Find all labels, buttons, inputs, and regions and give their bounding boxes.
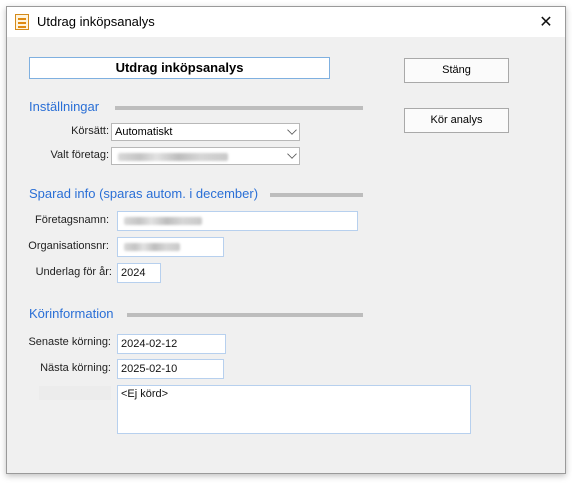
redacted-company-name (124, 217, 202, 225)
notes-textarea[interactable]: <Ej körd> (117, 385, 471, 434)
run-info-section-title: Körinformation (29, 306, 114, 321)
settings-divider (115, 106, 363, 110)
run-analysis-button[interactable]: Kör analys (404, 108, 509, 133)
org-number-label: Organisationsnr: (28, 240, 109, 252)
title-bar: Utdrag inköpsanalys ✕ (7, 7, 565, 37)
settings-section-title: Inställningar (29, 99, 100, 114)
saved-info-section-title: Sparad info (sparas autom. i december) (29, 186, 259, 201)
chevron-down-icon (287, 125, 297, 135)
mode-select-value: Automatiskt (115, 126, 173, 138)
dialog-heading: Utdrag inköpsanalys (29, 57, 330, 79)
saved-info-divider (270, 193, 363, 197)
year-field[interactable]: 2024 (117, 263, 161, 283)
last-run-label: Senaste körning: (28, 336, 111, 348)
close-icon: ✕ (539, 14, 553, 31)
org-number-field[interactable] (117, 237, 224, 257)
next-run-field[interactable]: 2025-02-10 (117, 359, 224, 379)
company-select-label: Valt företag: (50, 149, 110, 161)
notes-label-placeholder (39, 386, 111, 400)
company-select[interactable] (111, 147, 300, 165)
mode-label: Körsätt: (71, 125, 109, 137)
redacted-company-value (118, 153, 228, 161)
spreadsheet-icon (15, 14, 29, 30)
chevron-down-icon (287, 149, 297, 159)
company-name-label: Företagsnamn: (35, 214, 109, 226)
year-label: Underlag för år: (35, 266, 112, 278)
company-name-field[interactable] (117, 211, 358, 231)
close-window-button[interactable]: ✕ (531, 9, 561, 35)
next-run-label: Nästa körning: (40, 362, 111, 374)
mode-select[interactable]: Automatiskt (111, 123, 300, 141)
last-run-field[interactable]: 2024-02-12 (117, 334, 226, 354)
redacted-org-number (124, 243, 180, 251)
dialog-window: Utdrag inköpsanalys ✕ Utdrag inköpsanaly… (6, 6, 566, 474)
window-title: Utdrag inköpsanalys (37, 14, 155, 29)
close-button[interactable]: Stäng (404, 58, 509, 83)
run-info-divider (127, 313, 363, 317)
